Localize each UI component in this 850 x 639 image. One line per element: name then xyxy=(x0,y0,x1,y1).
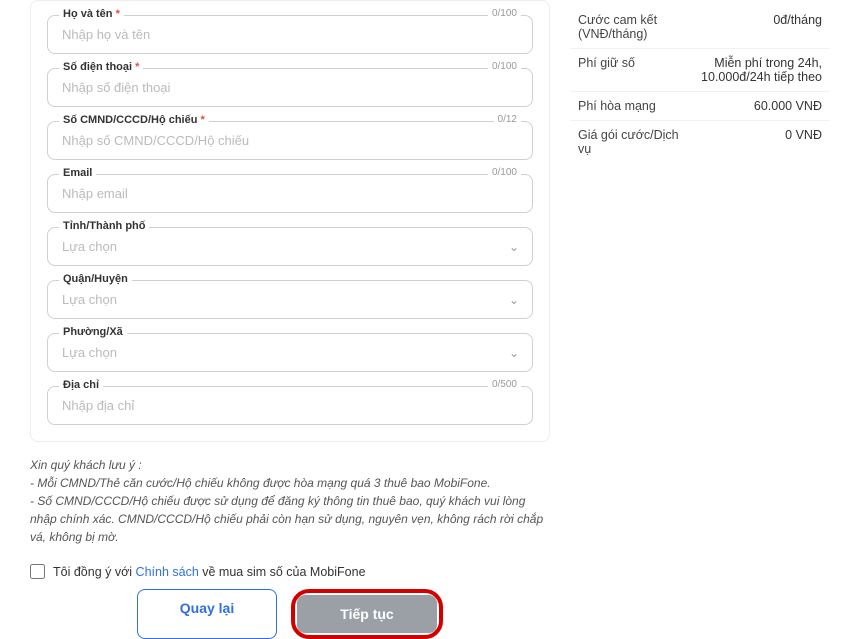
highlight-ring: Tiếp tục xyxy=(291,589,443,639)
province-label: Tỉnh/Thành phố xyxy=(59,220,149,232)
email-label: Email xyxy=(59,167,96,179)
next-button[interactable]: Tiếp tục xyxy=(297,595,437,633)
summary-value: 0 VNĐ xyxy=(688,128,822,156)
phone-input[interactable] xyxy=(47,68,533,107)
phone-counter: 0/100 xyxy=(488,61,521,72)
field-address: Địa chỉ 0/500 xyxy=(47,386,533,425)
agree-text: Tôi đồng ý với Chính sách về mua sim số … xyxy=(53,565,366,579)
phone-label: Số điện thoại * xyxy=(59,61,143,73)
summary-label: Cước cam kết (VNĐ/tháng) xyxy=(578,13,688,41)
notes-line2: - Số CMND/CCCD/Hộ chiếu được sử dụng để … xyxy=(30,492,550,546)
field-phone: Số điện thoại * 0/100 xyxy=(47,68,533,107)
district-label: Quận/Huyện xyxy=(59,273,132,285)
district-select[interactable]: Lựa chọn xyxy=(47,280,533,319)
summary-panel: Cước cam kết (VNĐ/tháng) 0đ/tháng Phí gi… xyxy=(570,0,830,639)
address-label: Địa chỉ xyxy=(59,379,103,391)
summary-label: Phí hòa mạng xyxy=(578,99,688,113)
fullname-input[interactable] xyxy=(47,15,533,54)
policy-link[interactable]: Chính sách xyxy=(136,565,199,579)
field-idnum: Số CMND/CCCD/Hộ chiếu * 0/12 xyxy=(47,121,533,160)
field-district: Quận/Huyện Lựa chọn ⌄ xyxy=(47,280,533,319)
field-ward: Phường/Xã Lựa chọn ⌄ xyxy=(47,333,533,372)
notes-line1: - Mỗi CMND/Thẻ căn cước/Hộ chiếu không đ… xyxy=(30,474,550,492)
summary-row-actfee: Phí hòa mạng 60.000 VNĐ xyxy=(570,91,830,120)
fullname-label: Họ và tên * xyxy=(59,8,124,20)
field-province: Tỉnh/Thành phố Lựa chọn ⌄ xyxy=(47,227,533,266)
notes-heading: Xin quý khách lưu ý : xyxy=(30,456,550,474)
field-email: Email 0/100 xyxy=(47,174,533,213)
summary-value: Miễn phí trong 24h, 10.000đ/24h tiếp the… xyxy=(688,56,822,84)
ward-select[interactable]: Lựa chọn xyxy=(47,333,533,372)
idnum-input[interactable] xyxy=(47,121,533,160)
summary-row-commit: Cước cam kết (VNĐ/tháng) 0đ/tháng xyxy=(570,6,830,48)
fullname-counter: 0/100 xyxy=(488,8,521,19)
summary-row-pkgfee: Giá gói cước/Dịch vụ 0 VNĐ xyxy=(570,120,830,163)
summary-label: Phí giữ số xyxy=(578,56,688,84)
email-input[interactable] xyxy=(47,174,533,213)
summary-value: 60.000 VNĐ xyxy=(688,99,822,113)
address-counter: 0/500 xyxy=(488,379,521,390)
summary-row-holdfee: Phí giữ số Miễn phí trong 24h, 10.000đ/2… xyxy=(570,48,830,91)
button-row: Quay lại Tiếp tục xyxy=(30,589,550,639)
notes-block: Xin quý khách lưu ý : - Mỗi CMND/Thẻ căn… xyxy=(30,456,550,546)
idnum-label: Số CMND/CCCD/Hộ chiếu * xyxy=(59,114,209,126)
address-input[interactable] xyxy=(47,386,533,425)
email-counter: 0/100 xyxy=(488,167,521,178)
form-card: Họ và tên * 0/100 Số điện thoại * 0/100 … xyxy=(30,0,550,442)
idnum-counter: 0/12 xyxy=(494,114,521,125)
summary-label: Giá gói cước/Dịch vụ xyxy=(578,128,688,156)
ward-label: Phường/Xã xyxy=(59,326,127,338)
agree-checkbox[interactable] xyxy=(30,564,45,579)
agree-row: Tôi đồng ý với Chính sách về mua sim số … xyxy=(30,564,550,579)
field-fullname: Họ và tên * 0/100 xyxy=(47,15,533,54)
summary-value: 0đ/tháng xyxy=(688,13,822,41)
province-select[interactable]: Lựa chọn xyxy=(47,227,533,266)
back-button[interactable]: Quay lại xyxy=(137,589,277,639)
